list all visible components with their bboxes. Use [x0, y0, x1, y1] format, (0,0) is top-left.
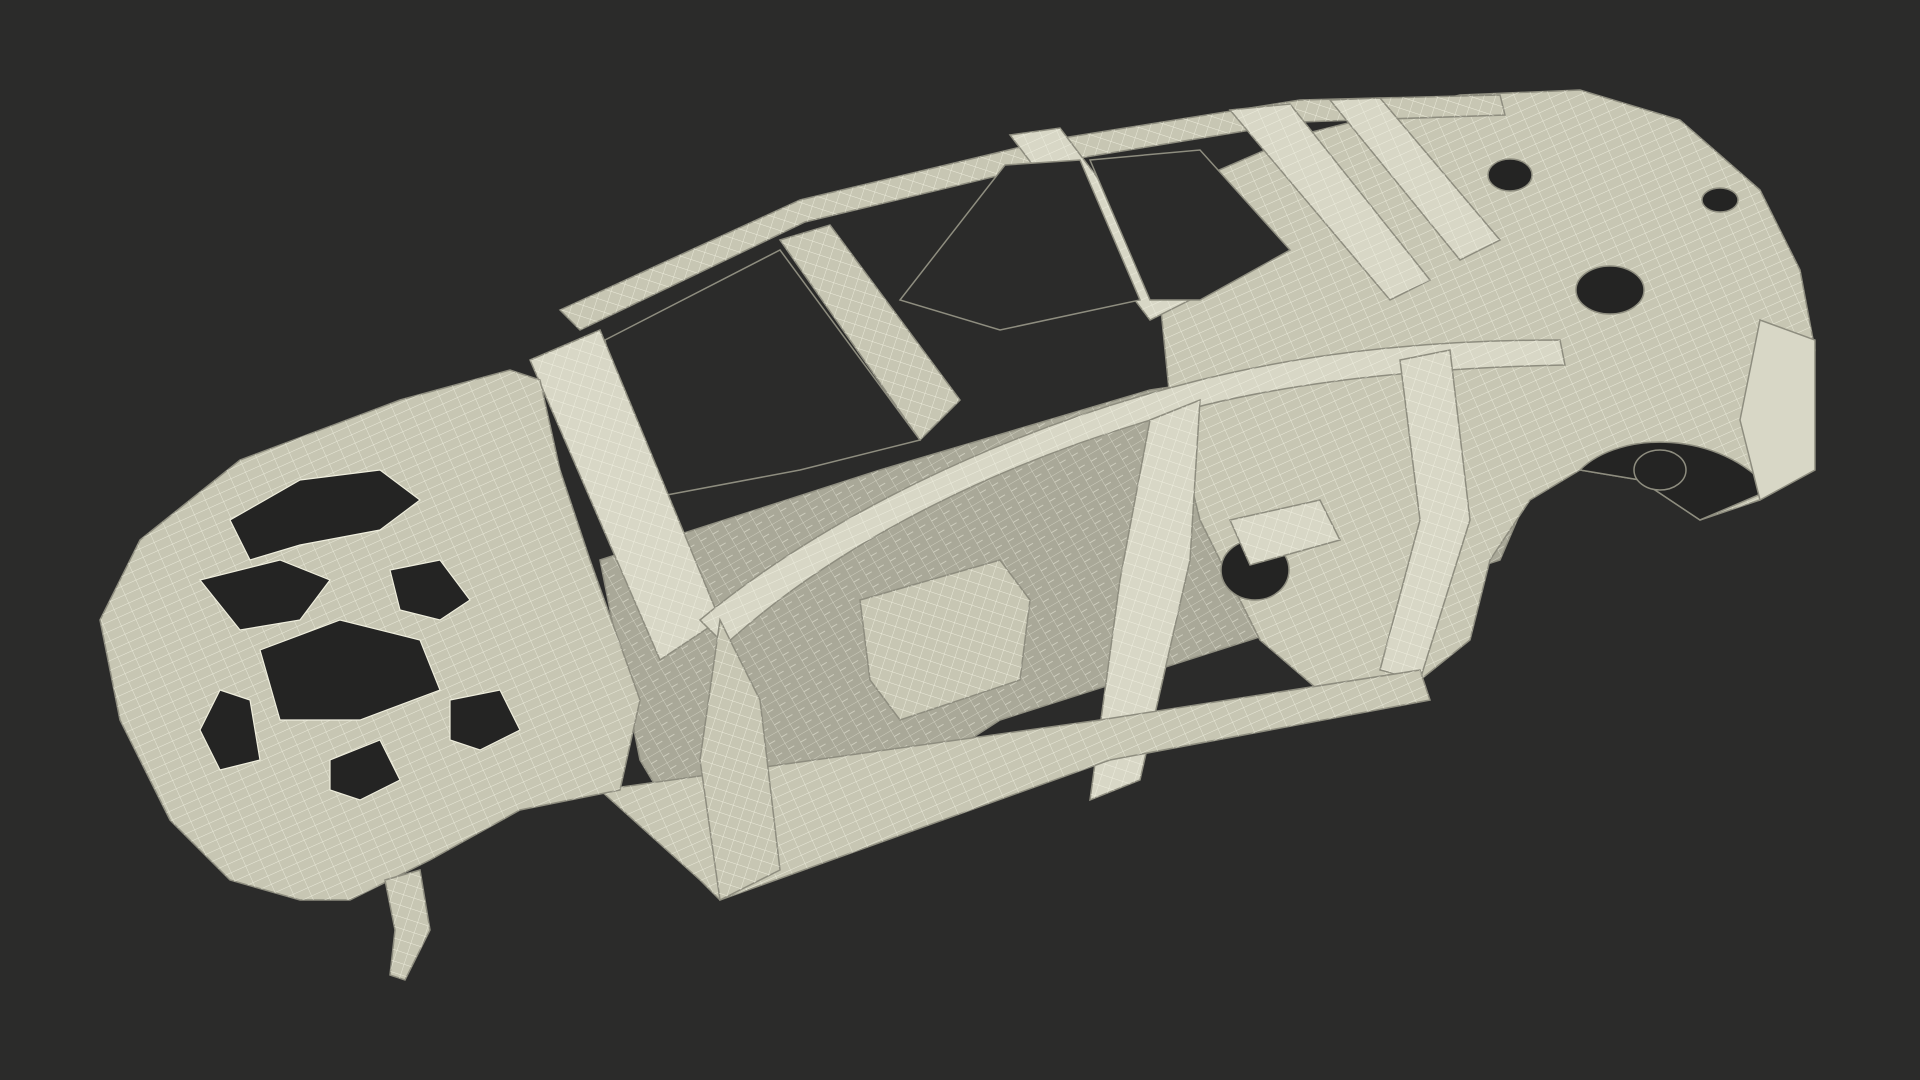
front-end-structure: [99, 369, 641, 981]
viewport-canvas: [0, 0, 1920, 1080]
car-body-wireframe-render: [99, 89, 1816, 981]
